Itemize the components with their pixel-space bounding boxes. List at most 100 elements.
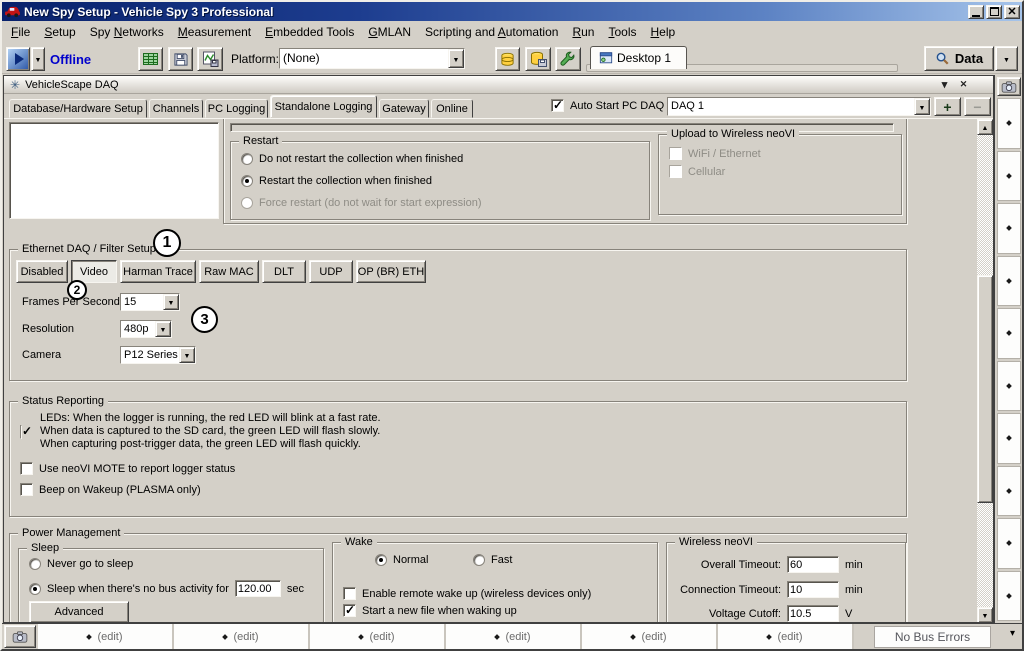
voltage-cutoff-field[interactable] bbox=[787, 605, 839, 622]
never-sleep-radio[interactable] bbox=[29, 558, 41, 570]
menu-item-help[interactable]: Help bbox=[644, 23, 683, 41]
restart-option-restart[interactable]: Restart the collection when finished bbox=[241, 175, 432, 187]
resolution-dropdown-button[interactable] bbox=[155, 321, 171, 337]
restart-option-no-restart[interactable]: Do not restart the collection when finis… bbox=[241, 153, 463, 165]
run-options-dropdown[interactable] bbox=[31, 47, 45, 71]
capture-slot[interactable] bbox=[997, 413, 1021, 464]
vertical-scrollbar[interactable] bbox=[977, 119, 993, 622]
menu-item-tools[interactable]: Tools bbox=[601, 23, 643, 41]
menu-item-measurement[interactable]: Measurement bbox=[171, 23, 258, 41]
capture-slot[interactable] bbox=[997, 151, 1021, 202]
data-logger-button[interactable] bbox=[197, 47, 223, 71]
frames-per-second-select[interactable]: 15 bbox=[120, 293, 180, 311]
radio-restart[interactable] bbox=[241, 175, 253, 187]
overall-timeout-input[interactable] bbox=[788, 559, 838, 571]
wake-fast-option[interactable]: Fast bbox=[473, 554, 512, 566]
new-file-wakeup-option[interactable]: Start a new file when waking up bbox=[343, 604, 517, 617]
frames-dropdown-button[interactable] bbox=[163, 294, 179, 310]
edit-slot[interactable]: (edit) bbox=[38, 624, 174, 649]
auto-start-pc-daq-option[interactable]: Auto Start PC DAQ bbox=[551, 99, 664, 112]
filter-harman-trace-button[interactable]: Harman Trace bbox=[120, 260, 196, 283]
menu-item-spy-networks[interactable]: Spy Networks bbox=[83, 23, 171, 41]
resolution-select[interactable]: 480p bbox=[120, 320, 172, 338]
never-sleep-option[interactable]: Never go to sleep bbox=[29, 558, 133, 570]
mote-status-option[interactable]: Use neoVI MOTE to report logger status bbox=[20, 462, 235, 475]
menu-item-setup[interactable]: Setup bbox=[37, 23, 82, 41]
database-save-button[interactable] bbox=[525, 47, 551, 71]
overall-timeout-field[interactable] bbox=[787, 556, 839, 573]
scrollbar-thumb[interactable] bbox=[977, 275, 993, 503]
connection-timeout-input[interactable] bbox=[788, 584, 838, 596]
filter-disabled-button[interactable]: Disabled bbox=[16, 260, 68, 283]
led-status-checkbox[interactable] bbox=[20, 425, 22, 439]
capture-slot[interactable] bbox=[997, 98, 1021, 149]
panel-close-button[interactable] bbox=[956, 78, 971, 91]
statusbar-camera-button[interactable] bbox=[4, 625, 36, 648]
minimize-button[interactable] bbox=[968, 5, 984, 19]
voltage-cutoff-input[interactable] bbox=[788, 608, 838, 620]
wake-normal-option[interactable]: Normal bbox=[375, 554, 428, 566]
capture-camera-button[interactable] bbox=[997, 77, 1021, 96]
messages-view-button[interactable] bbox=[138, 47, 163, 71]
menu-item-file[interactable]: File bbox=[4, 23, 37, 41]
setup-tools-button[interactable] bbox=[555, 47, 581, 71]
tab-database-hardware-setup[interactable]: Database/Hardware Setup bbox=[9, 99, 147, 118]
close-button[interactable]: ✕ bbox=[1004, 5, 1020, 19]
filter-udp-button[interactable]: UDP bbox=[309, 260, 353, 283]
capture-slot[interactable] bbox=[997, 203, 1021, 254]
run-button[interactable] bbox=[6, 47, 30, 71]
panel-menu-button[interactable] bbox=[937, 78, 952, 91]
capture-slot[interactable] bbox=[997, 571, 1021, 622]
remote-wakeup-checkbox[interactable] bbox=[343, 587, 356, 600]
edit-slot[interactable]: (edit) bbox=[174, 624, 310, 649]
panel-titlebar[interactable]: ✳ VehicleScape DAQ bbox=[4, 76, 993, 94]
capture-slot[interactable] bbox=[997, 518, 1021, 569]
platform-select[interactable]: (None) bbox=[279, 48, 465, 69]
data-button[interactable]: Data bbox=[924, 46, 994, 71]
capture-slot[interactable] bbox=[997, 466, 1021, 517]
connection-timeout-field[interactable] bbox=[787, 581, 839, 598]
new-file-checkbox[interactable] bbox=[343, 604, 356, 617]
save-button[interactable] bbox=[168, 47, 193, 71]
daq-dropdown-button[interactable] bbox=[914, 98, 930, 115]
capture-slot[interactable] bbox=[997, 256, 1021, 307]
wake-normal-radio[interactable] bbox=[375, 554, 387, 566]
tab-channels[interactable]: Channels bbox=[149, 99, 203, 118]
capture-slot[interactable] bbox=[997, 308, 1021, 359]
menu-item-run[interactable]: Run bbox=[565, 23, 601, 41]
camera-dropdown-button[interactable] bbox=[179, 347, 195, 363]
menu-item-gmlan[interactable]: GMLAN bbox=[361, 23, 418, 41]
remote-wakeup-option[interactable]: Enable remote wake up (wireless devices … bbox=[343, 587, 591, 600]
tab-online[interactable]: Online bbox=[431, 99, 473, 118]
sleep-inactivity-radio[interactable] bbox=[29, 583, 41, 595]
menu-item-scripting-automation[interactable]: Scripting and Automation bbox=[418, 23, 565, 41]
edit-slot[interactable]: (edit) bbox=[718, 624, 854, 649]
platform-dropdown-button[interactable] bbox=[448, 49, 464, 68]
camera-select[interactable]: P12 Series bbox=[120, 346, 196, 364]
collection-list[interactable] bbox=[9, 122, 219, 219]
window-titlebar[interactable]: New Spy Setup - Vehicle Spy 3 Profession… bbox=[2, 2, 1022, 21]
data-dropdown-button[interactable] bbox=[995, 46, 1018, 71]
inactivity-seconds-field[interactable] bbox=[235, 580, 281, 597]
radio-no-restart[interactable] bbox=[241, 153, 253, 165]
mote-checkbox[interactable] bbox=[20, 462, 33, 475]
inactivity-seconds-input[interactable] bbox=[236, 583, 280, 595]
remove-daq-button[interactable]: − bbox=[964, 97, 991, 116]
filter-op-br-eth-button[interactable]: OP (BR) ETH bbox=[356, 260, 426, 283]
scroll-up-button[interactable] bbox=[977, 119, 993, 135]
add-daq-button[interactable]: + bbox=[934, 97, 961, 116]
beep-wakeup-option[interactable]: Beep on Wakeup (PLASMA only) bbox=[20, 483, 201, 496]
wake-fast-radio[interactable] bbox=[473, 554, 485, 566]
scroll-down-button[interactable] bbox=[977, 607, 993, 622]
maximize-button[interactable] bbox=[986, 5, 1002, 19]
tab-standalone-logging[interactable]: Standalone Logging bbox=[270, 95, 377, 118]
filter-dlt-button[interactable]: DLT bbox=[262, 260, 306, 283]
menu-item-embedded-tools[interactable]: Embedded Tools bbox=[258, 23, 361, 41]
edit-slot[interactable]: (edit) bbox=[310, 624, 446, 649]
edit-slot[interactable]: (edit) bbox=[582, 624, 718, 649]
sleep-on-inactivity-option[interactable]: Sleep when there's no bus activity for s… bbox=[29, 580, 304, 597]
statusbar-more-icon[interactable] bbox=[1010, 627, 1015, 639]
tab-pc-logging[interactable]: PC Logging bbox=[205, 99, 268, 118]
beep-checkbox[interactable] bbox=[20, 483, 33, 496]
auto-start-checkbox[interactable] bbox=[551, 99, 564, 112]
